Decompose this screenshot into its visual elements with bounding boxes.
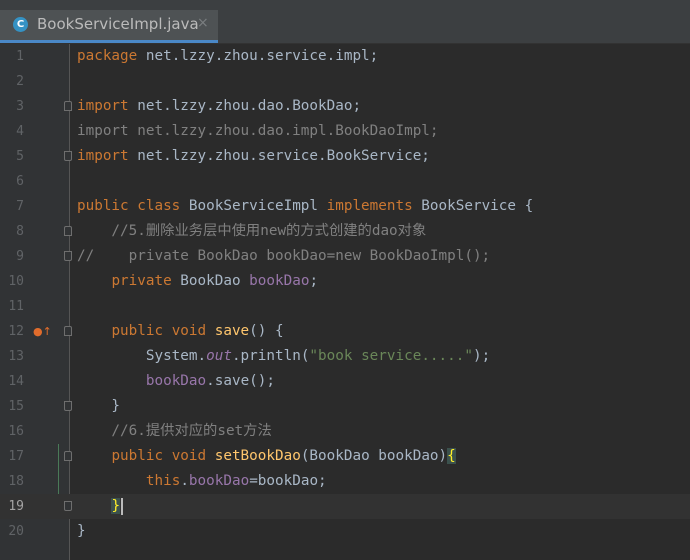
code-text: System.out.println("book service.....");	[77, 348, 491, 364]
fold-marker-icon[interactable]	[64, 101, 72, 111]
code-text: import net.lzzy.zhou.service.BookService…	[77, 148, 430, 164]
line-number: 3	[16, 99, 24, 114]
code-comment: //6.提供对应的set方法	[77, 423, 272, 439]
code-line-2[interactable]: 2	[0, 69, 690, 94]
text-caret	[121, 498, 123, 515]
tab-title[interactable]: BookServiceImpl.java	[37, 15, 199, 33]
code-line-4[interactable]: 4 import net.lzzy.zhou.dao.impl.BookDaoI…	[0, 119, 690, 144]
fold-marker-icon[interactable]	[64, 226, 72, 236]
line-number: 20	[8, 524, 24, 539]
line-number: 16	[8, 424, 24, 439]
code-line-7[interactable]: 7 public class BookServiceImpl implement…	[0, 194, 690, 219]
line-number: 14	[8, 374, 24, 389]
code-line-13[interactable]: 13 System.out.println("book service.....…	[0, 344, 690, 369]
code-line-16[interactable]: 16 //6.提供对应的set方法	[0, 419, 690, 444]
code-line-10[interactable]: 10 private BookDao bookDao;	[0, 269, 690, 294]
code-text: public class BookServiceImpl implements …	[77, 198, 534, 214]
code-comment: //5.删除业务层中使用new的方式创建的dao对象	[77, 223, 427, 239]
java-class-icon: C	[13, 17, 28, 32]
code-line-3[interactable]: 3 import net.lzzy.zhou.dao.BookDao;	[0, 94, 690, 119]
code-text: }	[111, 498, 121, 514]
line-number: 4	[16, 124, 24, 139]
code-line-14[interactable]: 14 bookDao.save();	[0, 369, 690, 394]
code-text: import net.lzzy.zhou.dao.BookDao;	[77, 98, 362, 114]
implements-method-icon[interactable]: ●↑	[33, 325, 52, 338]
code-line-6[interactable]: 6	[0, 169, 690, 194]
line-number: 13	[8, 349, 24, 364]
line-number: 10	[8, 274, 24, 289]
code-text: package net.lzzy.zhou.service.impl;	[77, 48, 379, 64]
close-icon[interactable]: ×	[197, 15, 209, 31]
fold-marker-icon[interactable]	[64, 326, 72, 336]
editor-tab-bar: C BookServiceImpl.java ×	[0, 0, 690, 44]
code-comment: // private BookDao bookDao=new BookDaoIm…	[77, 248, 491, 264]
fold-marker-icon[interactable]	[64, 401, 72, 411]
line-number: 5	[16, 149, 24, 164]
code-line-19[interactable]: 19 }	[0, 494, 690, 519]
line-number: 15	[8, 399, 24, 414]
line-number: 19	[8, 499, 24, 514]
code-text: }	[77, 523, 86, 539]
code-text: }	[77, 398, 121, 414]
code-line-18[interactable]: 18 this.bookDao=bookDao;	[0, 469, 690, 494]
fold-marker-icon[interactable]	[64, 451, 72, 461]
fold-marker-icon[interactable]	[64, 501, 72, 511]
fold-marker-icon[interactable]	[64, 151, 72, 161]
line-number: 7	[16, 199, 24, 214]
code-line-9[interactable]: 9 // private BookDao bookDao=new BookDao…	[0, 244, 690, 269]
line-number: 6	[16, 174, 24, 189]
code-line-8[interactable]: 8 //5.删除业务层中使用new的方式创建的dao对象	[0, 219, 690, 244]
line-number: 9	[16, 249, 24, 264]
code-text: import net.lzzy.zhou.dao.impl.BookDaoImp…	[77, 123, 439, 139]
tab-bookserviceimpl[interactable]: C BookServiceImpl.java ×	[0, 10, 218, 43]
code-text: bookDao.save();	[145, 373, 276, 389]
code-line-12[interactable]: 12 ●↑ public void save() {	[0, 319, 690, 344]
code-text: public void setBookDao(BookDao bookDao){	[111, 448, 456, 464]
code-editor[interactable]: 1 package net.lzzy.zhou.service.impl; 2 …	[0, 44, 690, 560]
line-number: 8	[16, 224, 24, 239]
line-number: 11	[8, 299, 24, 314]
code-line-5[interactable]: 5 import net.lzzy.zhou.service.BookServi…	[0, 144, 690, 169]
line-number: 17	[8, 449, 24, 464]
code-line-11[interactable]: 11	[0, 294, 690, 319]
line-number: 2	[16, 74, 24, 89]
code-line-17[interactable]: 17 public void setBookDao(BookDao bookDa…	[0, 444, 690, 469]
line-number: 18	[8, 474, 24, 489]
line-number: 1	[16, 49, 24, 64]
line-number: 12	[8, 324, 24, 339]
code-text: this.bookDao=bookDao;	[145, 473, 327, 489]
code-line-1[interactable]: 1 package net.lzzy.zhou.service.impl;	[0, 44, 690, 69]
code-text: private BookDao bookDao;	[111, 273, 319, 289]
code-text: public void save() {	[111, 323, 284, 339]
fold-marker-icon[interactable]	[64, 251, 72, 261]
code-line-15[interactable]: 15 }	[0, 394, 690, 419]
code-line-20[interactable]: 20 }	[0, 519, 690, 544]
